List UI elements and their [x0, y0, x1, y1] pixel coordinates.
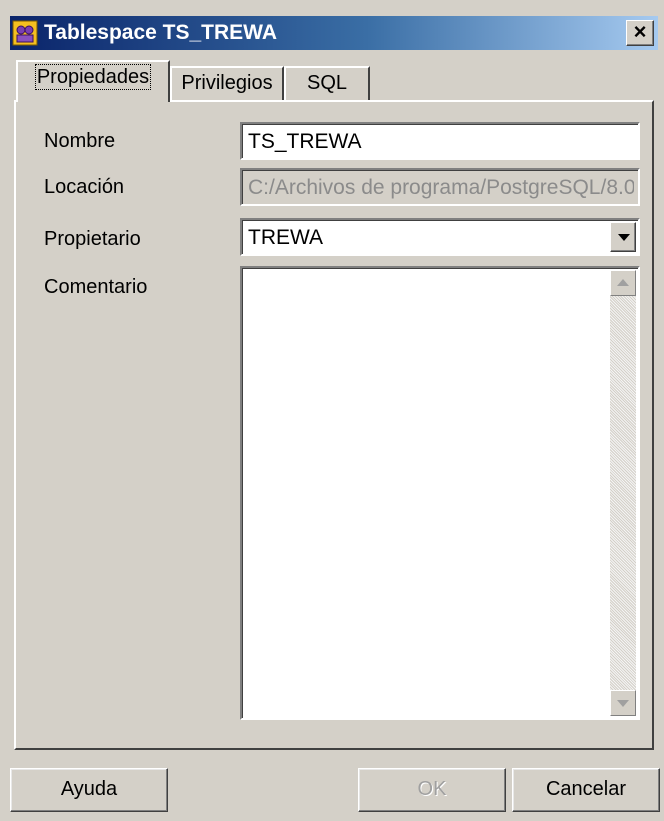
window-title: Tablespace TS_TREWA — [44, 21, 278, 44]
location-label: Locación — [44, 176, 125, 198]
tablespace-icon — [12, 20, 38, 46]
title-bar[interactable]: Tablespace TS_TREWA × — [10, 16, 658, 50]
comment-scrollbar[interactable] — [610, 270, 636, 716]
owner-label: Propietario — [44, 228, 141, 250]
tab-label: SQL — [306, 72, 348, 94]
name-label: Nombre — [44, 130, 116, 152]
comment-textarea[interactable] — [240, 266, 640, 720]
help-button-label: Ayuda — [60, 778, 118, 800]
name-field[interactable]: TS_TREWA — [240, 122, 640, 160]
chevron-down-icon — [618, 234, 630, 241]
close-button[interactable]: × — [626, 20, 654, 46]
ok-button-label: OK — [417, 778, 447, 800]
location-field: C:/Archivos de programa/PostgreSQL/8.0 — [240, 168, 640, 206]
tab-privilegios[interactable]: Privilegios — [170, 66, 284, 100]
tab-sql[interactable]: SQL — [284, 66, 370, 100]
tablespace-dialog: Tablespace TS_TREWA × Propiedades Privil… — [0, 0, 664, 821]
owner-dropdown-button[interactable] — [610, 222, 636, 252]
close-icon: × — [633, 19, 647, 44]
cancel-button[interactable]: Cancelar — [512, 768, 660, 812]
name-value: TS_TREWA — [248, 130, 362, 153]
ok-button[interactable]: OK — [358, 768, 506, 812]
cancel-button-label: Cancelar — [545, 778, 627, 800]
owner-combo[interactable]: TREWA — [240, 218, 640, 256]
scroll-up-button[interactable] — [610, 270, 636, 296]
scroll-down-button[interactable] — [610, 690, 636, 716]
tab-label: Privilegios — [181, 72, 273, 94]
location-value: C:/Archivos de programa/PostgreSQL/8.0 — [248, 176, 634, 199]
help-button[interactable]: Ayuda — [10, 768, 168, 812]
tab-label: Propiedades — [34, 64, 152, 90]
scroll-up-icon — [617, 279, 629, 286]
tab-propiedades[interactable]: Propiedades — [16, 60, 170, 102]
tab-strip: Propiedades Privilegios SQL — [14, 58, 654, 102]
scroll-down-icon — [617, 700, 629, 707]
comment-label: Comentario — [44, 276, 148, 298]
owner-value: TREWA — [248, 226, 324, 249]
